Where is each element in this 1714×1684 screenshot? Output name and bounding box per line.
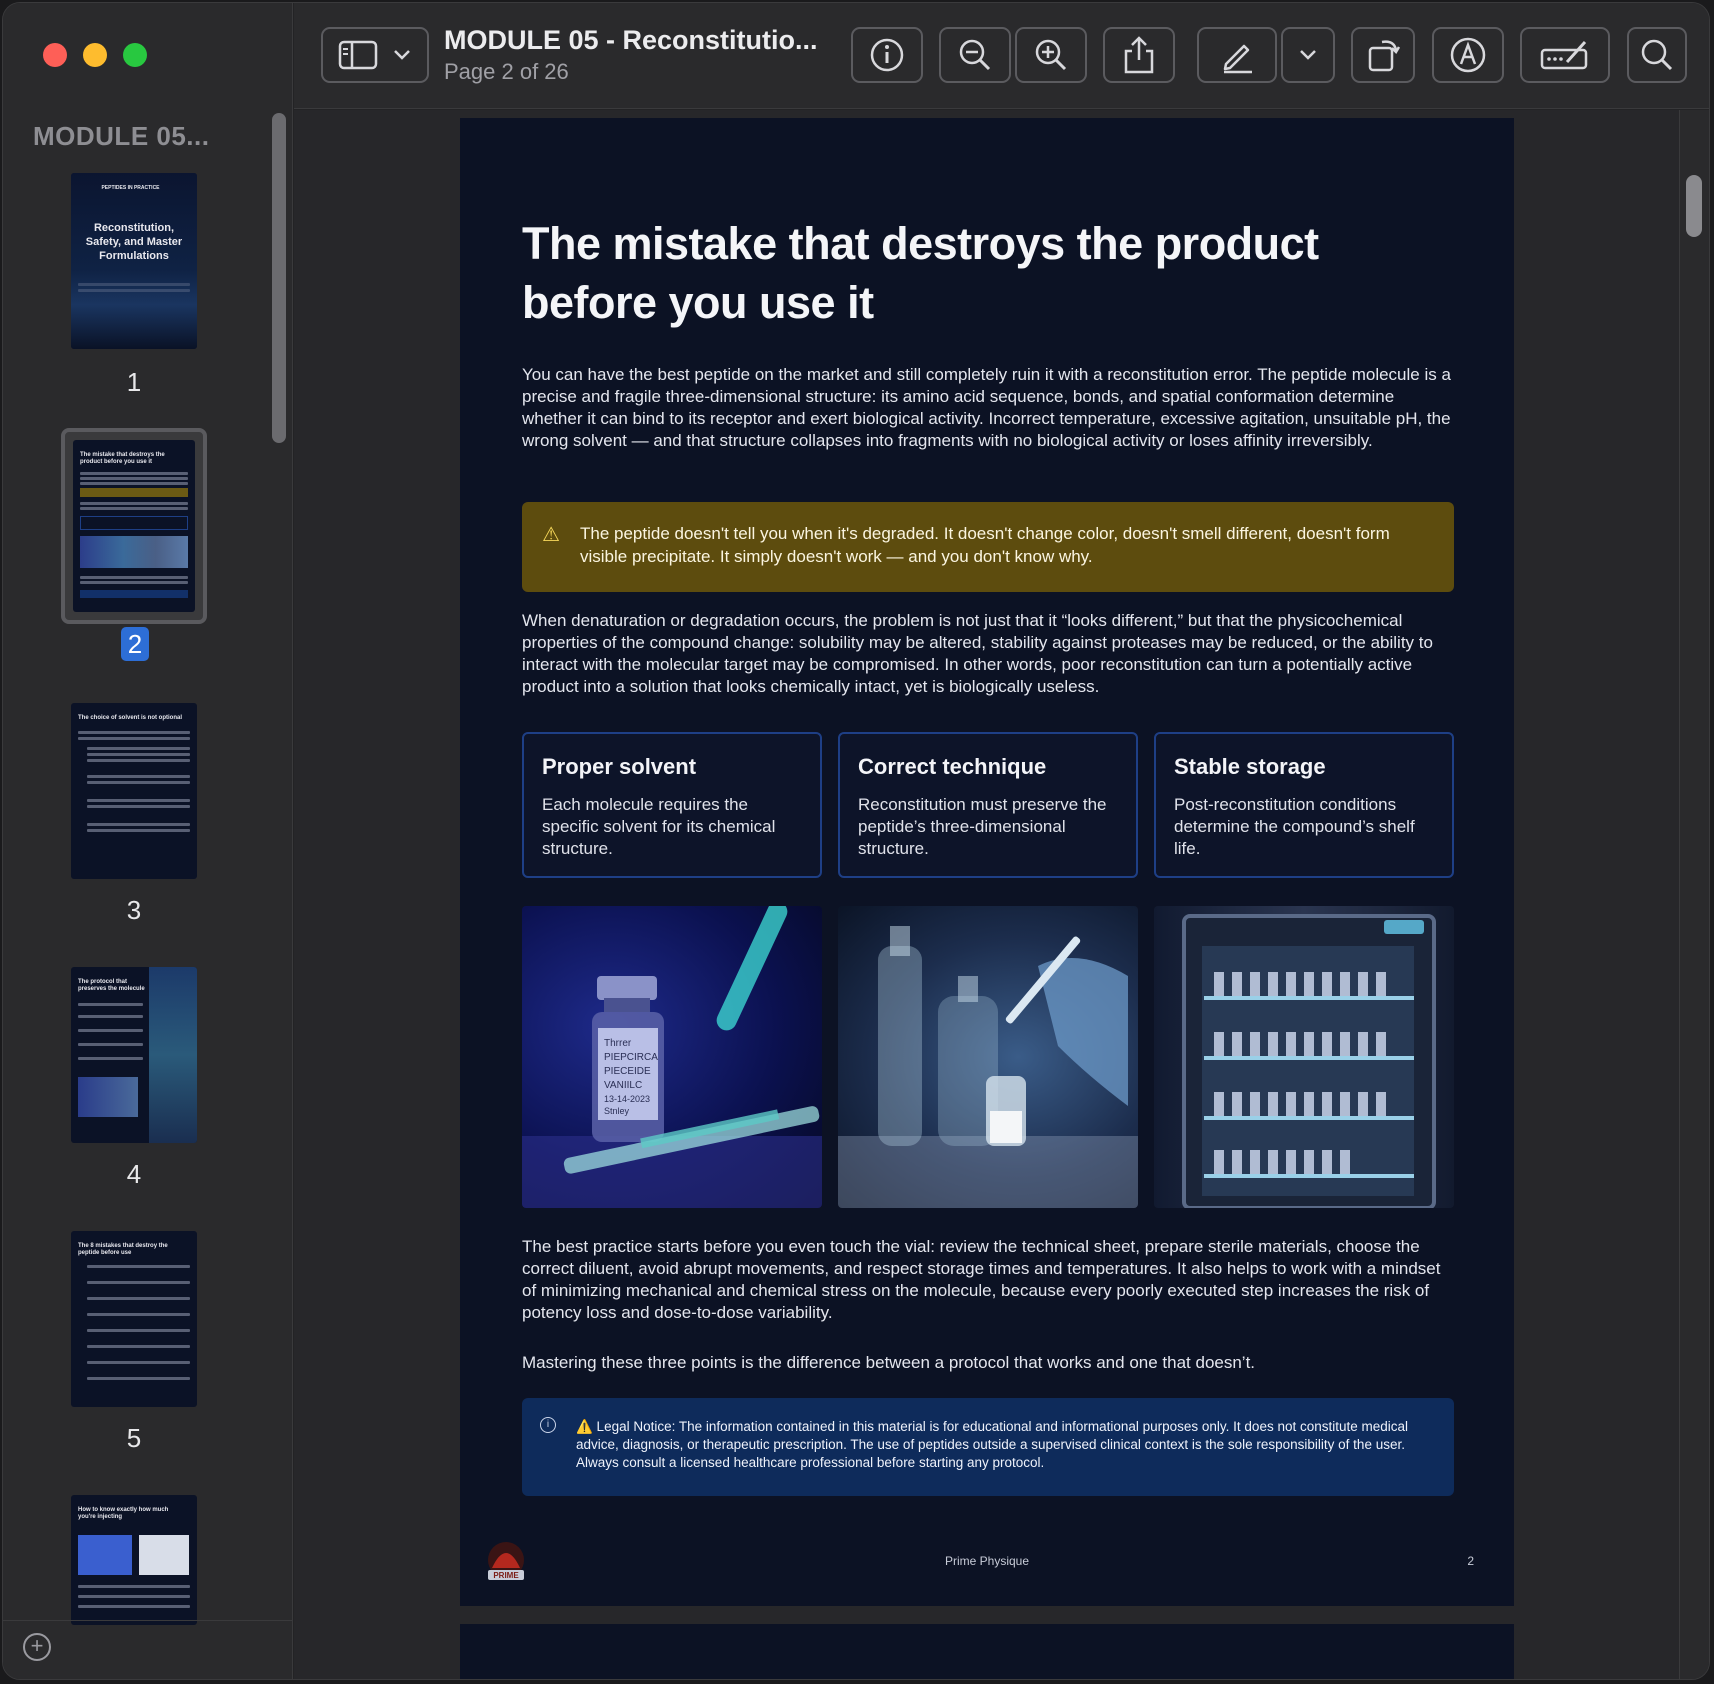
sidebar-title: MODULE 05... [33,121,210,151]
zoom-out-button[interactable] [939,27,1011,83]
warning-text: The peptide doesn't tell you when it's d… [580,524,1390,566]
zoom-in-icon [1035,39,1067,71]
vertical-scrollbar-thumb[interactable] [1686,175,1702,237]
minimize-window-button[interactable] [83,43,107,67]
zoom-out-icon [959,39,991,71]
body-paragraph: When denaturation or degradation occurs,… [522,611,1433,696]
legal-text: ⚠️ Legal Notice: The information contain… [576,1419,1409,1470]
chevron-down-icon [394,50,410,60]
svg-text:VANIILC: VANIILC [604,1080,642,1091]
page-indicator: Page 2 of 26 [444,59,569,84]
sidebar-toggle-button[interactable] [321,27,429,83]
search-icon [1641,39,1673,71]
rotate-icon [1368,40,1401,72]
card-text: Each molecule requires the specific solv… [542,795,776,858]
info-icon [870,38,904,72]
image-row: Thrrer PIEPCIRCA PIECEIDE VANIILC 13-14-… [522,906,1454,1208]
svg-text:PIECEIDE: PIECEIDE [604,1066,651,1077]
thumbnail-title: The choice of solvent is not optional [78,715,183,721]
annotate-button[interactable] [1432,27,1504,83]
intro-paragraph: You can have the best peptide on the mar… [522,365,1451,450]
page-number-label: 3 [126,895,142,925]
storage-fridge-image [1154,906,1454,1208]
svg-text:13-14-2023: 13-14-2023 [604,1094,650,1104]
page-thumbnail-3[interactable]: The choice of solvent is not optional [71,703,197,879]
card-title: Proper solvent [542,754,697,779]
page-thumbnail-4[interactable]: The protocol that preserves the molecule [71,967,197,1143]
summary-paragraph: Mastering these three points is the diff… [522,1353,1256,1372]
thumbnail-sidebar: MODULE 05... PEPTIDES IN PRACTICE Recons… [3,3,293,1679]
page-number-label: 4 [126,1159,142,1189]
preview-window: MODULE 05... PEPTIDES IN PRACTICE Recons… [2,2,1710,1680]
page-heading: The mistake that destroys the product be… [522,218,1319,328]
key-points-cards: Proper solvent Each molecule requires th… [522,732,1454,878]
vial-label-text: Thrrer [604,1038,632,1049]
vial-syringe-image: Thrrer PIEPCIRCA PIECEIDE VANIILC 13-14-… [522,906,822,1208]
thumbnail-title: How to know exactly how much you're inje… [78,1507,169,1520]
svg-text:PRIME: PRIME [493,1571,519,1580]
form-fill-icon [1540,40,1588,70]
zoom-window-button[interactable] [123,43,147,67]
warning-callout: ⚠ The peptide doesn't tell you when it's… [522,502,1454,592]
svg-text:PIEPCIRCA: PIEPCIRCA [604,1052,658,1063]
pencil-icon [1223,44,1252,74]
vertical-scrollbar-track[interactable] [1679,110,1709,1679]
document-viewport[interactable]: The mistake that destroys the product be… [294,110,1679,1679]
zoom-in-button[interactable] [1015,27,1087,83]
thumbnail-title: The mistake that destroys the product be… [80,452,165,465]
info-button[interactable] [851,27,923,83]
add-page-button[interactable]: + [23,1633,51,1661]
page-thumbnail-1[interactable]: PEPTIDES IN PRACTICE Reconstitution, Saf… [71,173,197,349]
page-number-label-selected: 2 [121,627,149,661]
window-controls [43,43,147,67]
svg-text:Stnley: Stnley [604,1106,630,1116]
warning-icon: ⚠ [542,524,560,546]
legal-notice: i ⚠️ Legal Notice: The information conta… [522,1398,1454,1496]
card-title: Correct technique [858,754,1047,779]
markup-pen-button[interactable] [1197,27,1277,83]
share-icon [1124,36,1154,74]
toolbar: MODULE 05 - Reconstitutio... Page 2 of 2… [294,3,1709,109]
card-correct-technique: Correct technique Reconstitution must pr… [838,732,1138,878]
card-stable-storage: Stable storage Post-reconstitution condi… [1154,732,1454,878]
card-text: Reconstitution must preserve the peptide… [858,795,1107,858]
rotate-button[interactable] [1351,27,1415,83]
chevron-down-icon [1300,50,1316,60]
close-window-button[interactable] [43,43,67,67]
page-thumbnail-5[interactable]: The 8 mistakes that destroy the peptide … [71,1231,197,1407]
page-number-label: 5 [126,1423,142,1453]
card-title: Stable storage [1174,754,1326,779]
sidebar-divider [3,1620,292,1621]
markup-icon [1450,37,1486,73]
search-button[interactable] [1627,27,1687,83]
footer-brand: Prime Physique [944,1554,1030,1568]
thumbnail-title: The protocol that preserves the molecule [78,979,145,992]
share-button[interactable] [1103,27,1175,83]
footer-page-number: 2 [1467,1554,1474,1568]
card-proper-solvent: Proper solvent Each molecule requires th… [522,732,822,878]
markup-menu-button[interactable] [1281,27,1335,83]
page-thumbnail-6[interactable]: How to know exactly how much you're inje… [71,1495,197,1625]
form-fill-button[interactable] [1520,27,1610,83]
pdf-page: The mistake that destroys the product be… [460,118,1514,1606]
thumbnail-title: Reconstitution, Safety, and Master Formu… [85,222,183,262]
lab-reconstitution-image [838,906,1138,1208]
next-pdf-page [460,1624,1514,1679]
best-practice-paragraph: The best practice starts before you even… [522,1237,1441,1322]
sidebar-scrollbar[interactable] [272,113,286,443]
card-text: Post-reconstitution conditions determine… [1174,795,1415,858]
info-circle-icon: i [540,1417,556,1433]
page-number-label: 1 [126,367,142,397]
document-title: MODULE 05 - Reconstitutio... [444,25,818,55]
thumbnail-kicker: PEPTIDES IN PRACTICE [101,185,160,191]
page-footer: PRIME Prime Physique 2 [460,1538,1514,1580]
sidebar-icon [338,40,378,70]
page-thumbnail-2[interactable]: The mistake that destroys the product be… [73,440,195,612]
thumbnail-title: The 8 mistakes that destroy the peptide … [78,1243,168,1256]
